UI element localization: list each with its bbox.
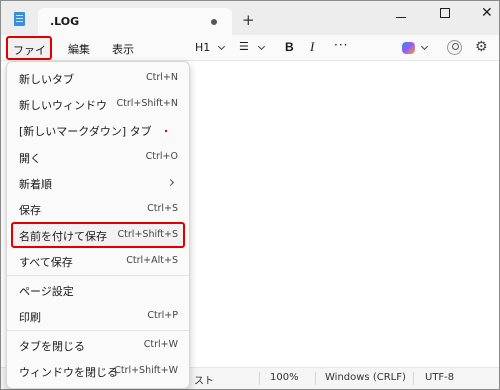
menu-item-new-markdown-tab[interactable]: [新しいマークダウン] タブ <box>11 119 185 141</box>
menu-item-save-all[interactable]: すべて保存 Ctrl+Alt+S <box>11 250 185 272</box>
italic-button[interactable]: I <box>310 39 314 55</box>
new-badge-icon <box>165 130 167 132</box>
menu-item-shortcut: Ctrl+P <box>147 310 178 321</box>
notepad-window: .LOG + ✕ ファイル 編集 表示 H1 ☰ B I ··· ⚙ スト 10… <box>0 0 500 390</box>
menu-edit[interactable]: 編集 <box>68 41 90 57</box>
menu-item-save[interactable]: 保存 Ctrl+S <box>11 198 185 220</box>
menu-item-label: ウィンドウを閉じる <box>19 366 118 379</box>
menu-item-print[interactable]: 印刷 Ctrl+P <box>11 305 185 327</box>
heading-dropdown[interactable]: H1 <box>195 41 210 54</box>
menu-item-shortcut: Ctrl+Shift+N <box>116 98 178 109</box>
menu-item-label: ページ設定 <box>19 285 74 298</box>
menu-item-shortcut: Ctrl+O <box>145 151 178 162</box>
menu-item-save-as[interactable]: 名前を付けて保存 Ctrl+Shift+S <box>11 222 185 248</box>
menu-item-close-window[interactable]: ウィンドウを閉じる Ctrl+Shift+W <box>11 360 185 382</box>
status-partial-text: スト <box>194 376 214 387</box>
line-ending[interactable]: Windows (CRLF) <box>325 372 406 383</box>
menu-separator <box>7 275 189 276</box>
chevron-right-icon <box>166 178 175 187</box>
menu-item-new-tab[interactable]: 新しいタブ Ctrl+N <box>11 67 185 89</box>
list-format-button[interactable]: ☰ <box>239 40 249 53</box>
menu-item-shortcut: Ctrl+Alt+S <box>126 255 178 266</box>
menu-item-shortcut: Ctrl+S <box>147 203 178 214</box>
menu-item-shortcut: Ctrl+W <box>143 339 178 350</box>
unsaved-indicator-icon[interactable] <box>211 19 217 25</box>
chevron-down-icon <box>257 42 266 51</box>
menu-item-label: 名前を付けて保存 <box>19 230 107 243</box>
tab-title: .LOG <box>50 15 80 28</box>
menu-item-label: 開く <box>19 152 41 165</box>
copilot-icon[interactable] <box>402 42 415 54</box>
encoding[interactable]: UTF-8 <box>425 372 454 383</box>
status-divider <box>315 372 316 385</box>
notepad-app-icon <box>14 12 25 26</box>
file-menu: 新しいタブ Ctrl+N 新しいウィンドウ Ctrl+Shift+N [新しいマ… <box>6 61 190 389</box>
minimize-button[interactable] <box>396 17 406 18</box>
title-bar: .LOG + ✕ <box>1 1 499 36</box>
close-window-button[interactable]: ✕ <box>481 5 493 21</box>
chevron-down-icon <box>420 42 429 51</box>
account-icon[interactable] <box>447 40 462 55</box>
menu-item-recent[interactable]: 新着順 <box>11 172 185 194</box>
menu-item-label: 新しいウィンドウ <box>19 99 107 112</box>
menu-item-page-setup[interactable]: ページ設定 <box>11 279 185 301</box>
menu-item-shortcut: Ctrl+Shift+W <box>114 365 178 376</box>
menu-view[interactable]: 表示 <box>112 41 134 57</box>
menu-item-label: 新着順 <box>19 178 52 191</box>
gear-icon[interactable]: ⚙ <box>475 39 488 55</box>
menu-item-open[interactable]: 開く Ctrl+O <box>11 146 185 168</box>
status-divider <box>259 372 260 385</box>
menu-item-label: すべて保存 <box>19 256 73 269</box>
bold-button[interactable]: B <box>285 40 294 54</box>
menu-item-label: [新しいマークダウン] タブ <box>19 125 152 138</box>
tab-log[interactable]: .LOG <box>38 8 232 36</box>
menu-separator <box>7 330 189 331</box>
menu-item-close-tab[interactable]: タブを閉じる Ctrl+W <box>11 334 185 356</box>
menu-item-shortcut: Ctrl+N <box>146 72 178 83</box>
maximize-button[interactable] <box>440 8 450 18</box>
new-tab-button[interactable]: + <box>242 11 255 29</box>
zoom-level[interactable]: 100% <box>270 372 299 383</box>
more-options-button[interactable]: ··· <box>334 38 348 52</box>
menu-item-label: 印刷 <box>19 311 41 324</box>
menu-bar: ファイル 編集 表示 H1 ☰ B I ··· ⚙ <box>1 35 499 73</box>
chevron-down-icon <box>217 42 226 51</box>
menu-item-label: 新しいタブ <box>19 73 74 86</box>
status-divider <box>413 372 414 385</box>
menu-file[interactable]: ファイル <box>6 36 52 73</box>
menu-item-label: 保存 <box>19 204 41 217</box>
menu-item-label: タブを閉じる <box>19 340 85 353</box>
menu-item-new-window[interactable]: 新しいウィンドウ Ctrl+Shift+N <box>11 93 185 115</box>
menu-item-shortcut: Ctrl+Shift+S <box>117 229 178 240</box>
